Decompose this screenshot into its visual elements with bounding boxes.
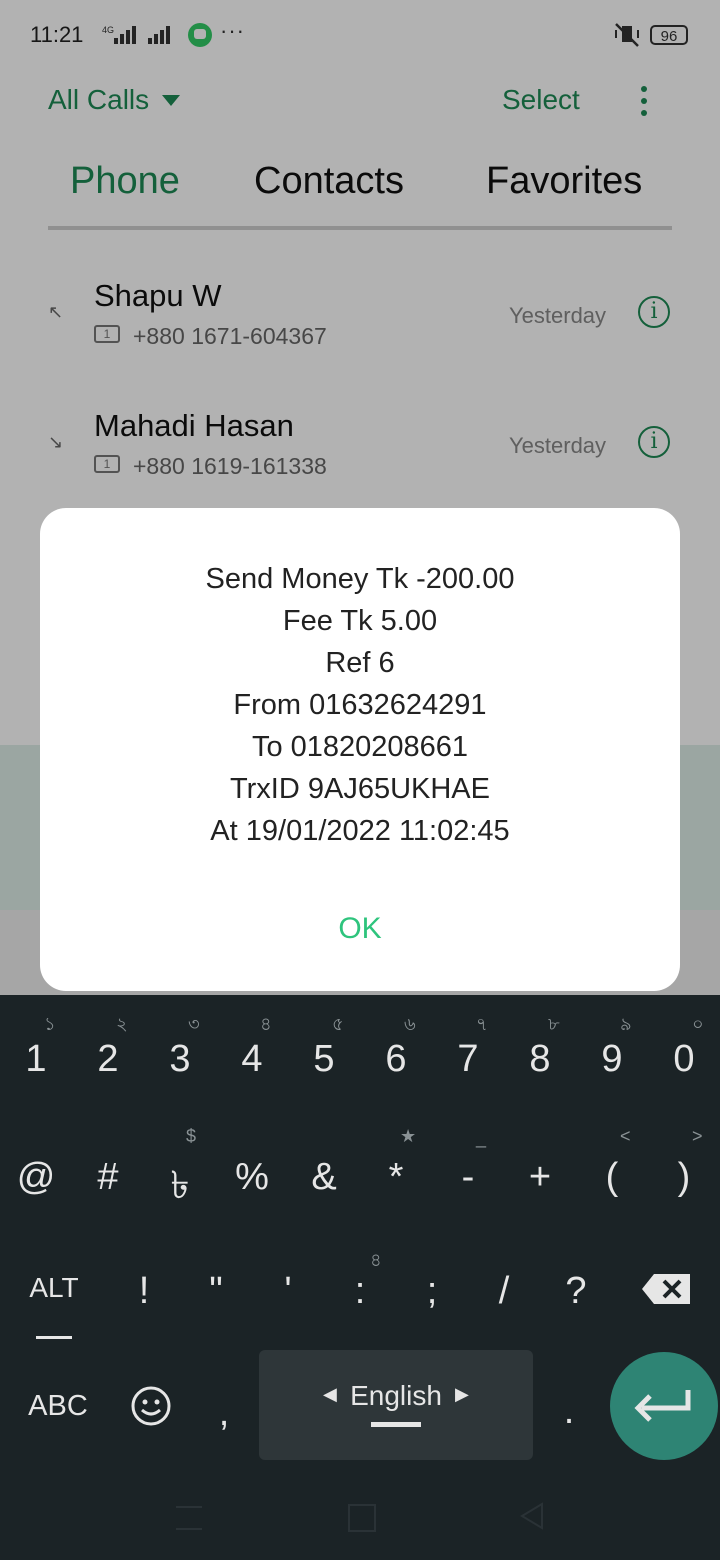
dialog-line: From 01632624291 bbox=[233, 689, 487, 721]
dialog-line: To 01820208661 bbox=[251, 731, 469, 763]
dialog-message: Send Money Tk -200.00 Fee Tk 5.00 Ref 6 … bbox=[40, 558, 680, 852]
back-icon[interactable] bbox=[520, 1502, 544, 1530]
ok-button[interactable]: OK bbox=[310, 912, 410, 958]
transaction-dialog: Send Money Tk -200.00 Fee Tk 5.00 Ref 6 … bbox=[40, 508, 680, 991]
alt-indicator bbox=[36, 1336, 72, 1339]
language-label: English bbox=[350, 1380, 442, 1411]
home-icon[interactable] bbox=[348, 1504, 376, 1532]
space-indicator bbox=[371, 1422, 421, 1427]
navigation-bar bbox=[0, 1490, 720, 1560]
arrow-right-icon: ▶ bbox=[455, 1384, 469, 1404]
space-key[interactable]: ◀ English ▶ bbox=[259, 1350, 533, 1460]
dialog-line: Send Money Tk -200.00 bbox=[205, 563, 515, 595]
emoji-icon[interactable] bbox=[130, 1385, 172, 1427]
dialog-line: TrxID 9AJ65UKHAE bbox=[230, 773, 490, 805]
dialog-line: Fee Tk 5.00 bbox=[282, 605, 438, 637]
dialog-line: At 19/01/2022 11:02:45 bbox=[210, 815, 510, 847]
recents-icon[interactable] bbox=[176, 1506, 202, 1530]
dialog-line: Ref 6 bbox=[325, 647, 395, 679]
enter-key[interactable] bbox=[610, 1352, 718, 1460]
enter-icon bbox=[634, 1390, 691, 1422]
backspace-icon[interactable] bbox=[640, 1272, 692, 1306]
